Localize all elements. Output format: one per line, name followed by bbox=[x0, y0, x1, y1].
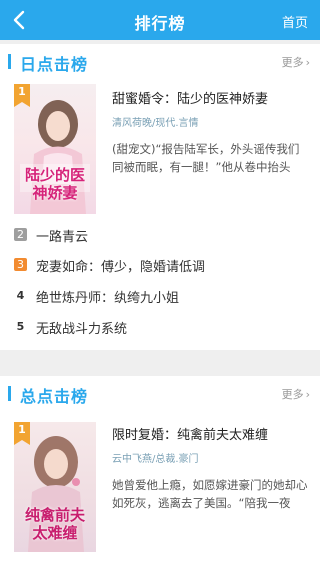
cover-title-text: 陆少的医神娇妻 bbox=[24, 166, 85, 202]
book-author-category: 清风荷晚/现代.言情 bbox=[112, 118, 199, 129]
rank-book-title: 无敌战斗力系统 bbox=[36, 322, 128, 337]
rank-badge: 1 bbox=[14, 84, 30, 107]
book-author-category: 云中飞燕/总裁.豪门 bbox=[112, 454, 199, 465]
more-label: 更多 bbox=[281, 56, 304, 69]
rank-list-item[interactable]: 5 无敌战斗力系统 bbox=[14, 318, 314, 338]
rank-number: 2 bbox=[14, 228, 27, 241]
section-header: 日点击榜 更多 › bbox=[0, 44, 320, 78]
section-title: 总点击榜 bbox=[20, 387, 89, 406]
rank-list-item[interactable]: 4 绝世炼丹师：纨绔九小姐 bbox=[14, 287, 314, 307]
book-description: 她曾爱他上瘾，如愿嫁进豪门的她却心如死灰，逃离去了美国。“陪我一夜 bbox=[112, 478, 308, 510]
section-accent-bar bbox=[8, 386, 11, 401]
rank-book-title: 宠妻如命：傅少，隐婚请低调 bbox=[36, 260, 206, 275]
home-link[interactable]: 首页 bbox=[282, 12, 308, 31]
rank-book-title: 绝世炼丹师：纨绔九小姐 bbox=[36, 291, 180, 306]
section-title: 日点击榜 bbox=[20, 55, 89, 74]
rank-number: 3 bbox=[14, 258, 27, 271]
top-bar: 排行榜 首页 bbox=[0, 0, 320, 40]
rank-badge: 1 bbox=[14, 422, 30, 445]
more-link[interactable]: 更多 › bbox=[280, 54, 310, 70]
daily-click-ranking-section: 日点击榜 更多 › 1 陆少的医神娇妻 甜蜜婚令：陆少的医神娇妻 清风荷晚/现代.… bbox=[0, 44, 320, 350]
section-header: 总点击榜 更多 › bbox=[0, 376, 320, 410]
chevron-right-icon: › bbox=[305, 388, 310, 401]
section-accent-bar bbox=[8, 54, 11, 69]
book-cover[interactable]: 1 纯禽前夫太难缠 bbox=[14, 422, 96, 552]
rank-number: 5 bbox=[16, 320, 25, 333]
rank-book-title: 一路青云 bbox=[36, 230, 89, 245]
more-label: 更多 bbox=[281, 388, 304, 401]
cover-title-text: 纯禽前夫太难缠 bbox=[24, 506, 85, 542]
more-link[interactable]: 更多 › bbox=[280, 386, 310, 402]
book-cover[interactable]: 1 陆少的医神娇妻 bbox=[14, 84, 96, 214]
book-title[interactable]: 甜蜜婚令：陆少的医神娇妻 bbox=[112, 88, 268, 107]
book-description: (甜宠文)“报告陆军长，外头谣传我们同被而眠，有一腿！”他从卷中抬头 bbox=[112, 142, 300, 174]
book-title[interactable]: 限时复婚：纯禽前夫太难缠 bbox=[112, 424, 268, 443]
rank-list-item[interactable]: 2 一路青云 bbox=[14, 226, 314, 246]
rank-list-item[interactable]: 3 宠妻如命：傅少，隐婚请低调 bbox=[14, 256, 314, 276]
page-title: 排行榜 bbox=[134, 14, 186, 33]
total-click-ranking-section: 总点击榜 更多 › 1 纯禽前夫太难缠 限时复婚：纯禽前夫太难缠 云中飞燕/总裁.… bbox=[0, 376, 320, 569]
chevron-right-icon: › bbox=[305, 56, 310, 69]
rank-number: 4 bbox=[16, 289, 25, 302]
